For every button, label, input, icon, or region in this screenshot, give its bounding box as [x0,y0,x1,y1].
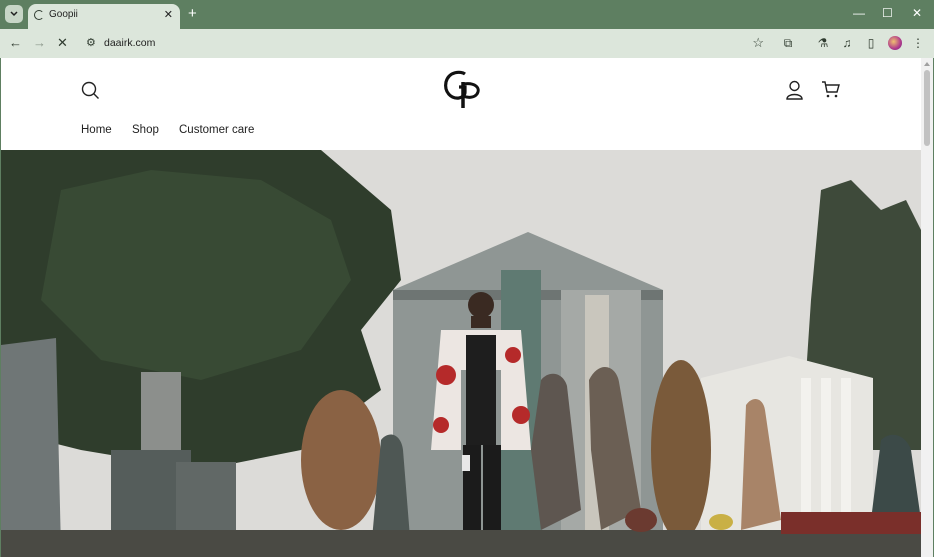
stop-loading-button[interactable]: ✕ [57,35,68,51]
scrollbar-thumb[interactable] [924,70,930,146]
nav-shop[interactable]: Shop [132,124,159,136]
bookmark-star-icon[interactable]: ☆ [752,35,764,51]
scroll-up-arrow-icon[interactable] [924,62,930,66]
site-logo[interactable] [441,68,481,108]
web-page: Home Shop Customer care [1,58,921,557]
tab-title: Goopii [49,9,78,20]
forward-button[interactable]: → [33,35,46,51]
new-tab-button[interactable]: + [188,5,197,23]
browser-tab[interactable]: Goopii ✕ [28,4,180,29]
url-text[interactable]: daairk.com [104,37,155,49]
loading-spinner-icon [34,10,44,20]
extensions-icon[interactable]: ⧉ [781,36,795,50]
nav-home[interactable]: Home [81,124,112,136]
labs-flask-icon[interactable]: ⚗ [816,36,830,50]
hero-image [1,150,921,557]
browser-titlebar: Goopii ✕ + — ☐ ✕ [0,0,934,29]
back-button[interactable]: ← [9,35,22,51]
browser-toolbar: ← → ✕ ⚙ daairk.com ☆ ⧉ ⚗ ♫ ▯ ⋮ [0,29,934,58]
window-close-button[interactable]: ✕ [912,5,922,21]
media-controls-icon[interactable]: ♫ [840,36,854,50]
account-icon[interactable] [785,80,804,105]
nav-customer-care[interactable]: Customer care [179,124,254,136]
chevron-down-icon [10,11,18,17]
cart-icon[interactable] [821,80,841,104]
maximize-button[interactable]: ☐ [882,5,893,21]
page-scrollbar[interactable] [921,58,933,557]
close-tab-icon[interactable]: ✕ [164,8,173,21]
profile-avatar[interactable] [888,36,902,50]
tab-search-button[interactable] [5,5,23,23]
menu-kebab-icon[interactable]: ⋮ [911,36,925,50]
site-info-icon[interactable]: ⚙ [86,36,96,49]
side-panel-icon[interactable]: ▯ [864,36,878,50]
search-icon[interactable] [81,81,100,105]
address-bar[interactable]: ⚙ daairk.com ☆ [78,33,772,54]
minimize-button[interactable]: — [853,5,865,21]
hero-photo-illustration [1,150,921,557]
gp-logo-icon [444,70,480,108]
